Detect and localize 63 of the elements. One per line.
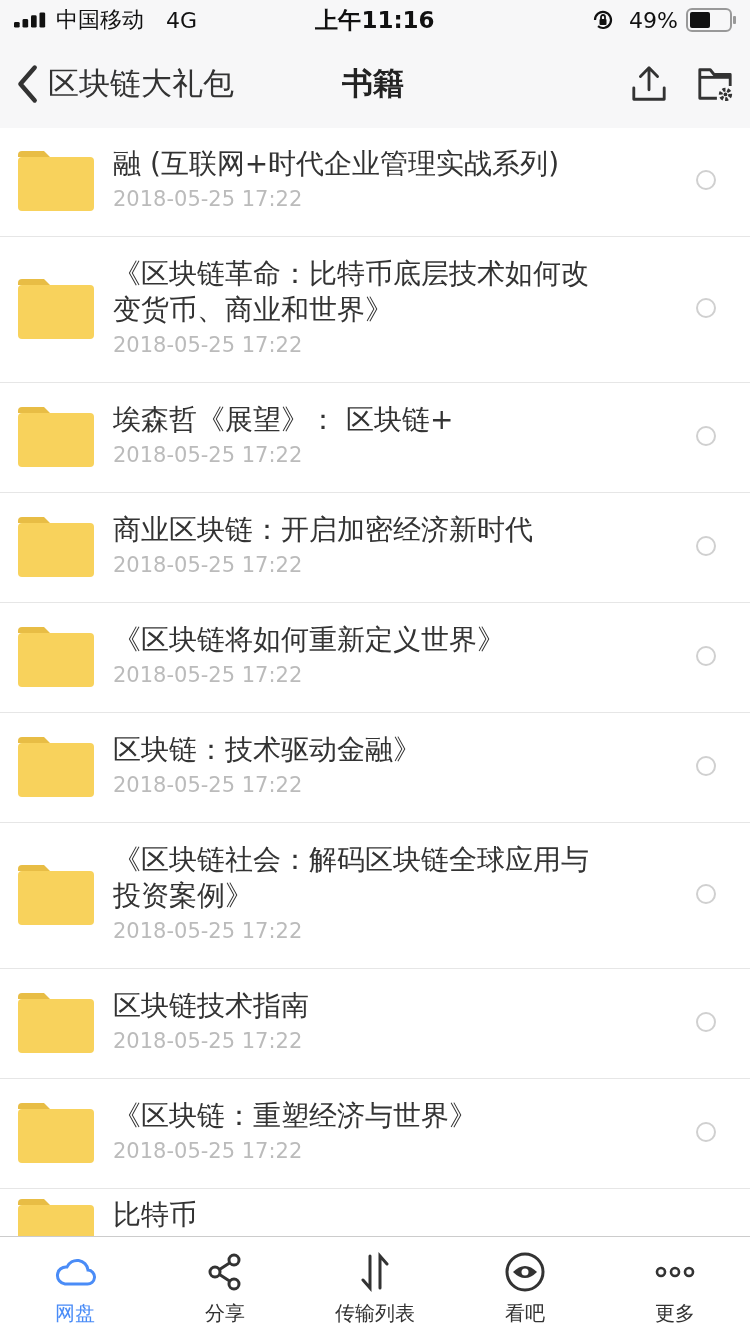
file-date: 2018-05-25 17:22 (113, 772, 304, 799)
select-circle[interactable] (696, 1012, 716, 1032)
folder-icon (18, 1101, 94, 1163)
file-date: 2018-05-25 17:22 (113, 662, 304, 689)
more-icon (655, 1266, 695, 1278)
select-circle[interactable] (696, 884, 716, 904)
file-date: 2018-05-25 17:22 (113, 442, 304, 469)
folder-icon (18, 277, 94, 339)
file-date: 2018-05-25 17:22 (113, 186, 304, 213)
battery-icon (686, 8, 736, 32)
file-row[interactable]: 《区块链：重塑经济与世界》 2018-05-25 17:22 (0, 1079, 750, 1189)
folder-icon (18, 405, 94, 467)
file-name: 《区块链：重塑经济与世界》 (113, 1098, 478, 1134)
select-circle[interactable] (696, 1122, 716, 1142)
tab-item[interactable]: 传输列表 (300, 1237, 450, 1334)
folder-icon (18, 625, 94, 687)
folder-icon (18, 515, 94, 577)
file-name: 《区块链将如何重新定义世界》 (113, 622, 506, 658)
back-icon (16, 64, 38, 104)
file-row[interactable]: 区块链技术指南 2018-05-25 17:22 (0, 969, 750, 1079)
upload-icon[interactable] (630, 65, 668, 103)
file-date: 2018-05-25 17:22 (113, 1138, 304, 1165)
select-circle[interactable] (696, 756, 716, 776)
folder-icon (18, 735, 94, 797)
select-circle[interactable] (696, 298, 716, 318)
folder-settings-icon[interactable] (696, 65, 734, 103)
folder-icon (18, 863, 94, 925)
file-row[interactable]: 埃森哲《展望》： 区块链+ 2018-05-25 17:22 (0, 383, 750, 493)
signal-icon (14, 12, 48, 28)
file-row[interactable]: 《区块链社会：解码区块链全球应用与投资案例》 2018-05-25 17:22 (0, 823, 750, 969)
battery-percent: 49% (629, 7, 678, 33)
file-name: 比特币 (113, 1197, 198, 1233)
file-row[interactable]: 融 (互联网+时代企业管理实战系列) 2018-05-25 17:22 (0, 128, 750, 237)
tab-item[interactable]: 更多 (600, 1237, 750, 1334)
file-name: 《区块链社会：解码区块链全球应用与投资案例》 (113, 842, 590, 914)
file-name: 埃森哲《展望》： 区块链+ (113, 402, 455, 438)
page-title: 书籍 (342, 64, 404, 103)
file-row[interactable]: 区块链：技术驱动金融》 2018-05-25 17:22 (0, 713, 750, 823)
file-row[interactable]: 《区块链革命：比特币底层技术如何改变货币、商业和世界》 2018-05-25 17:22 (0, 237, 750, 383)
network-type: 4G (166, 7, 198, 33)
back-button[interactable]: 区块链大礼包 (16, 63, 234, 105)
select-circle[interactable] (696, 646, 716, 666)
file-date: 2018-05-25 17:22 (113, 552, 304, 579)
file-name: 融 (互联网+时代企业管理实战系列) (113, 146, 561, 182)
folder-icon (18, 149, 94, 211)
tab-item[interactable]: 分享 (150, 1237, 300, 1334)
file-date: 2018-05-25 17:22 (113, 918, 304, 945)
file-row[interactable]: 商业区块链：开启加密经济新时代 2018-05-25 17:22 (0, 493, 750, 603)
select-circle[interactable] (696, 170, 716, 190)
carrier-name: 中国移动 (56, 6, 144, 34)
tab-item[interactable]: 看吧 (450, 1237, 600, 1334)
select-circle[interactable] (696, 426, 716, 446)
folder-icon (18, 991, 94, 1053)
file-row[interactable]: 《区块链将如何重新定义世界》 2018-05-25 17:22 (0, 603, 750, 713)
file-date: 2018-05-25 17:22 (113, 1028, 304, 1055)
file-name: 区块链技术指南 (113, 988, 310, 1024)
file-name: 商业区块链：开启加密经济新时代 (113, 512, 534, 548)
file-name: 《区块链革命：比特币底层技术如何改变货币、商业和世界》 (113, 256, 590, 328)
file-date: 2018-05-25 17:22 (113, 332, 304, 359)
clock-time: 上午11:16 (315, 5, 435, 35)
file-name: 区块链：技术驱动金融》 (113, 732, 422, 768)
eye-icon (503, 1250, 547, 1294)
select-circle[interactable] (696, 536, 716, 556)
